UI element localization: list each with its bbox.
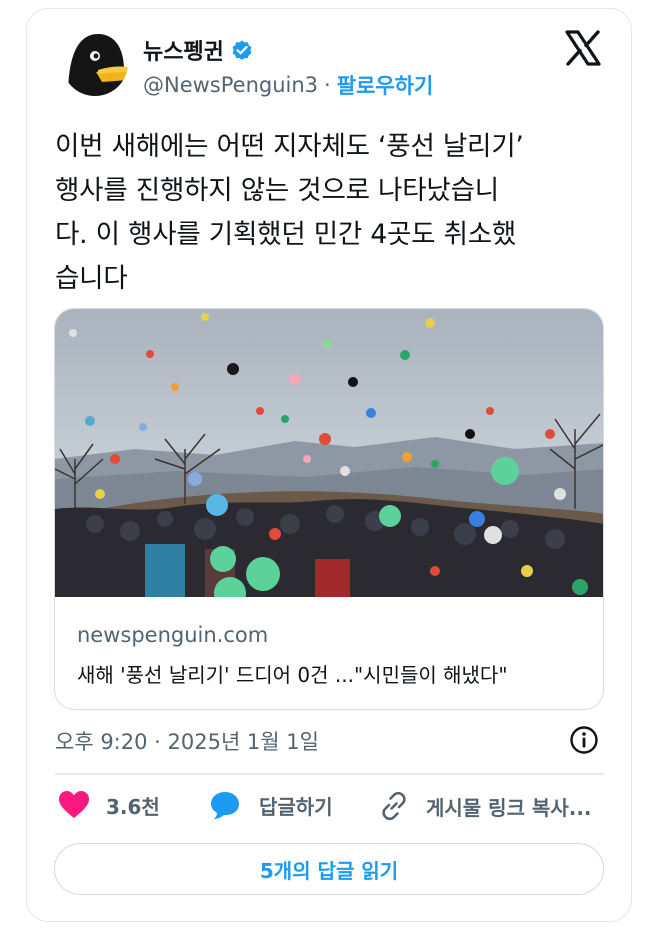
- author-name-row[interactable]: 뉴스펭귄: [143, 34, 254, 66]
- info-icon[interactable]: [569, 725, 599, 755]
- link-headline[interactable]: 새해 '풍선 날리기' 드디어 0건 ..."시민들이 해냈다": [77, 659, 508, 688]
- reply-label: 답글하기: [259, 794, 333, 819]
- tweet-text: 이번 새해에는 어떤 지자체도 ‘풍선 날리기’ 행사를 진행하지 않는 것으로…: [55, 125, 610, 301]
- reply-bubble-icon: [211, 792, 239, 819]
- link-preview-card[interactable]: newspenguin.com 새해 '풍선 날리기' 드디어 0건 ..."시…: [54, 308, 604, 710]
- tweet-line: 행사를 진행하지 않는 것으로 나타났습니: [55, 175, 499, 206]
- copy-link-button[interactable]: 게시물 링크 복사...: [378, 790, 592, 822]
- like-button[interactable]: 3.6천: [58, 790, 160, 820]
- separator-dot: ·: [324, 73, 331, 97]
- reply-button[interactable]: 답글하기: [209, 790, 333, 820]
- divider: [55, 773, 604, 775]
- verified-badge-icon: [232, 40, 252, 60]
- copy-link-label: 게시물 링크 복사...: [426, 795, 592, 820]
- tweet-line: 다. 이 행사를 기획했던 민간 4곳도 취소했: [55, 219, 517, 250]
- heart-icon: [59, 791, 89, 818]
- tweet-line: 습니다: [55, 263, 128, 294]
- author-name[interactable]: 뉴스펭귄: [143, 34, 224, 66]
- balloon-release-photo: [55, 309, 603, 597]
- like-count: 3.6천: [106, 794, 160, 819]
- tweet-timestamp[interactable]: 오후 9:20 · 2025년 1월 1일: [55, 726, 319, 756]
- author-handle[interactable]: @NewsPenguin3: [143, 73, 318, 97]
- author-avatar[interactable]: [62, 30, 128, 96]
- link-domain: newspenguin.com: [77, 623, 269, 647]
- author-handle-row: @NewsPenguin3 · 팔로우하기: [143, 70, 433, 100]
- follow-button[interactable]: 팔로우하기: [337, 70, 434, 100]
- tweet-line: 이번 새해에는 어떤 지자체도 ‘풍선 날리기’: [55, 131, 524, 162]
- x-logo-icon[interactable]: [565, 30, 601, 66]
- read-replies-button[interactable]: 5개의 답글 읽기: [54, 843, 604, 895]
- penguin-avatar-icon: [62, 30, 128, 96]
- link-icon: [382, 791, 406, 821]
